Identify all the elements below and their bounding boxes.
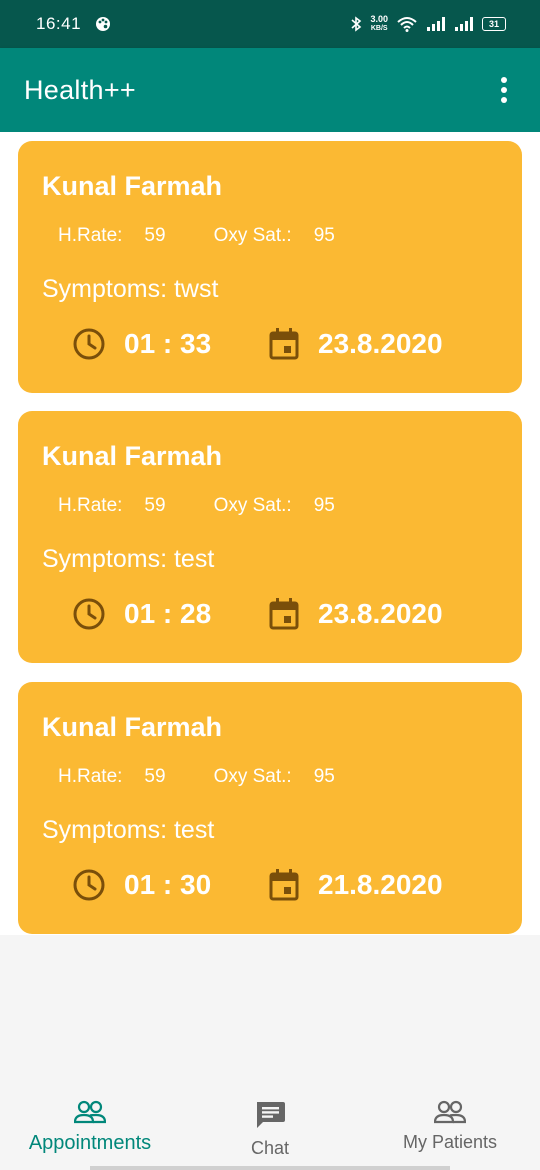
heart-rate-value: 59 (144, 766, 166, 787)
patient-name: Kunal Farmah (42, 441, 223, 471)
signal-icon-2 (454, 17, 474, 31)
calendar-icon (268, 597, 300, 631)
symptoms: Symptoms: test (42, 816, 215, 844)
nav-label: Chat (250, 1138, 290, 1158)
appointment-date: 21.8.2020 (318, 869, 443, 900)
nav-label: My Patients (402, 1132, 498, 1152)
net-speed: 3.00 KB/S (370, 15, 388, 33)
app-bar: Health++ (0, 48, 540, 132)
appointment-when: 01 : 33 23.8.2020 (72, 327, 443, 361)
wifi-icon (396, 16, 418, 32)
net-speed-value: 3.00 (370, 14, 388, 24)
calendar-icon (268, 868, 300, 902)
app-title: Health++ (24, 74, 136, 105)
status-icons: 3.00 KB/S 31 (350, 15, 506, 33)
people-icon (74, 1100, 106, 1124)
heart-rate-value: 59 (144, 495, 166, 516)
chat-icon (254, 1100, 286, 1130)
heart-rate-value: 59 (144, 225, 166, 246)
heart-rate-label: H.Rate: (58, 225, 123, 246)
battery-icon: 31 (482, 17, 506, 31)
overflow-menu-icon[interactable] (492, 70, 516, 110)
oxy-sat-label: Oxy Sat.: (213, 495, 292, 516)
bluetooth-icon (350, 16, 362, 32)
appointment-card[interactable]: Kunal Farmah H.Rate: 59 Oxy Sat.: 95 Sym… (18, 682, 522, 934)
vitals: H.Rate: 59 Oxy Sat.: 95 (58, 225, 383, 247)
clock-icon (72, 597, 106, 631)
appointment-card[interactable]: Kunal Farmah H.Rate: 59 Oxy Sat.: 95 Sym… (18, 411, 522, 663)
symptoms: Symptoms: test (42, 545, 215, 573)
calendar-icon (268, 327, 300, 361)
symptoms: Symptoms: twst (42, 275, 219, 303)
nav-label: Appointments (28, 1132, 152, 1154)
clock-icon (72, 868, 106, 902)
appointment-date: 23.8.2020 (318, 598, 443, 629)
patient-name: Kunal Farmah (42, 712, 223, 742)
appointment-time: 01 : 28 (124, 598, 212, 629)
appointment-list[interactable]: Kunal Farmah H.Rate: 59 Oxy Sat.: 95 Sym… (0, 132, 540, 935)
nav-appointments[interactable]: Appointments (10, 1086, 170, 1170)
heart-rate-label: H.Rate: (58, 495, 123, 516)
palette-icon (95, 16, 111, 32)
heart-rate-label: H.Rate: (58, 766, 123, 787)
appointment-card[interactable]: Kunal Farmah H.Rate: 59 Oxy Sat.: 95 Sym… (18, 141, 522, 393)
clock-icon (72, 327, 106, 361)
oxy-sat-label: Oxy Sat.: (213, 225, 292, 246)
status-time: 16:41 (36, 14, 82, 33)
signal-icon (426, 17, 446, 31)
oxy-sat-value: 95 (313, 766, 335, 787)
oxy-sat-label: Oxy Sat.: (213, 766, 292, 787)
people-icon (434, 1100, 466, 1124)
oxy-sat-value: 95 (313, 495, 335, 516)
vitals: H.Rate: 59 Oxy Sat.: 95 (58, 495, 383, 517)
net-speed-unit: KB/S (370, 25, 388, 32)
appointment-time: 01 : 33 (124, 328, 212, 359)
appointment-when: 01 : 28 23.8.2020 (72, 597, 443, 631)
gesture-bar[interactable] (90, 1166, 450, 1170)
patient-name: Kunal Farmah (42, 171, 223, 201)
appointment-date: 23.8.2020 (318, 328, 443, 359)
nav-my-patients[interactable]: My Patients (380, 1086, 520, 1170)
appointment-when: 01 : 30 21.8.2020 (72, 868, 443, 902)
oxy-sat-value: 95 (313, 225, 335, 246)
status-bar: 16:41 3.00 KB/S 31 (0, 0, 540, 48)
bottom-navigation: Appointments Chat My Patients (0, 1086, 540, 1170)
appointment-time: 01 : 30 (124, 869, 212, 900)
nav-chat[interactable]: Chat (200, 1086, 340, 1170)
vitals: H.Rate: 59 Oxy Sat.: 95 (58, 766, 383, 788)
